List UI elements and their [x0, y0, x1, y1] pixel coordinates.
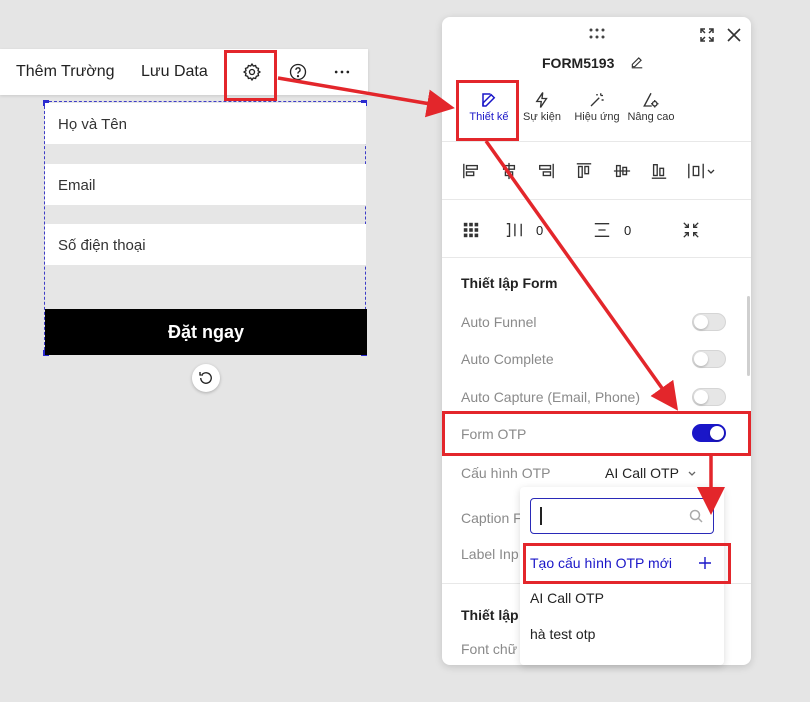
- arrow-gear-to-design: [277, 76, 455, 118]
- annotation-arrows: [277, 76, 725, 515]
- arrow-design-to-otp: [484, 139, 679, 411]
